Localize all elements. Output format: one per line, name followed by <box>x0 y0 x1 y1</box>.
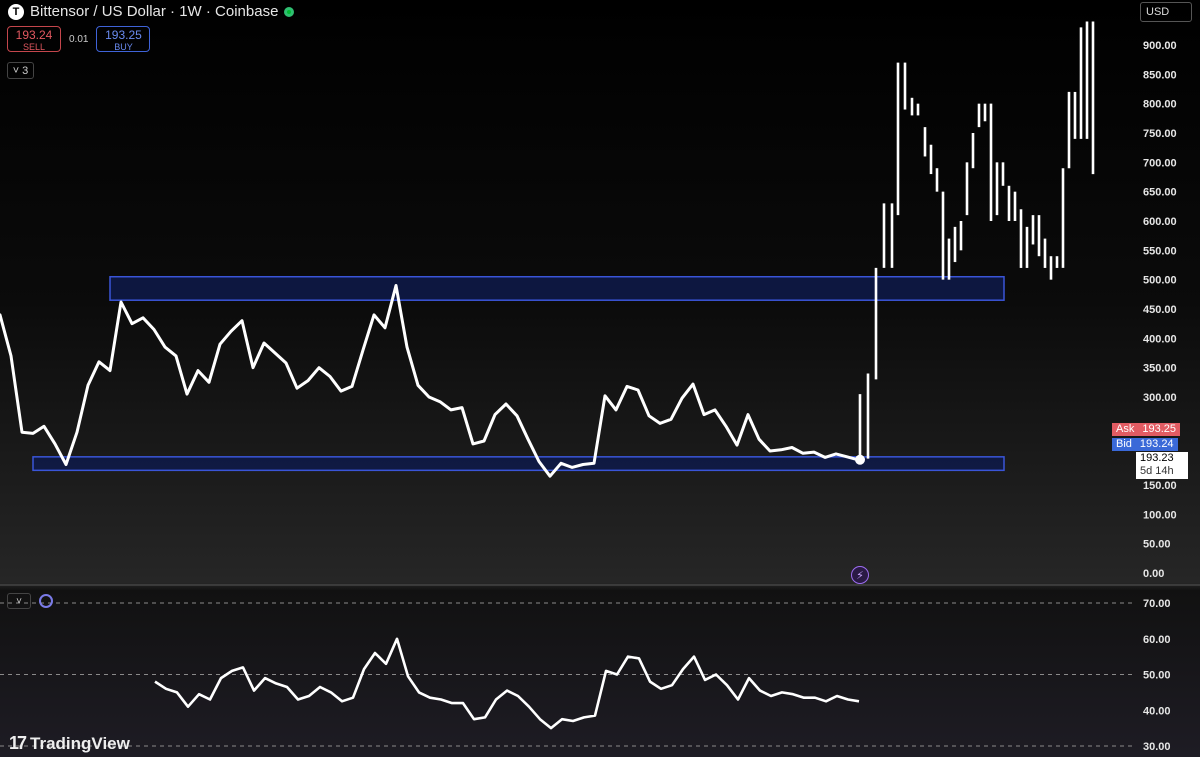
price-tick-label: 500.00 <box>1143 275 1177 287</box>
sell-button[interactable]: 193.24 SELL <box>7 26 61 52</box>
support-resistance-zones <box>32 275 1005 472</box>
price-chart[interactable]: 900.00 850.00 800.00 750.00 700.00 650.00 600.… <box>0 0 1200 757</box>
price-tick-label: 800.00 <box>1143 99 1177 111</box>
buy-label: BUY <box>114 42 133 52</box>
price-tick-label: 900.00 <box>1143 40 1177 52</box>
tradingview-name: TradingView <box>30 733 130 753</box>
sell-price: 193.24 <box>15 28 53 42</box>
symbol-title: Bittensor / US Dollar · 1W · Coinbase <box>30 3 279 20</box>
last-price-value: 193.23 <box>1140 452 1174 464</box>
price-tick-label: 750.00 <box>1143 128 1177 140</box>
buy-price: 193.25 <box>105 28 142 42</box>
price-tick-label: 50.00 <box>1143 539 1171 551</box>
rsi-collapse-button[interactable]: ˅ <box>7 593 31 609</box>
symbol-header[interactable]: T Bittensor / US Dollar · 1W · Coinbase <box>8 3 295 20</box>
price-tick-label: 650.00 <box>1143 187 1177 199</box>
buy-button[interactable]: 193.25 BUY <box>96 26 151 52</box>
sell-label: SELL <box>22 42 46 52</box>
price-tick-label: 700.00 <box>1143 157 1177 169</box>
ohlc-bars <box>858 21 1095 462</box>
last-price-tag: 193.23 5d 14h <box>1136 452 1188 479</box>
bittensor-logo-icon: T <box>8 3 24 20</box>
price-tick-label: 350.00 <box>1143 363 1177 375</box>
price-tick-label: 450.00 <box>1143 304 1177 316</box>
bid-value: 193.24 <box>1139 438 1174 450</box>
ask-price-tag: Ask 193.25 <box>1112 423 1180 436</box>
rsi-tick-label: 40.00 <box>1143 705 1171 717</box>
price-series <box>0 284 865 478</box>
rsi-tick-label: 30.00 <box>1143 741 1171 753</box>
rsi-tick-label: 70.00 <box>1143 598 1171 610</box>
rsi-indicator-icon[interactable] <box>39 594 53 608</box>
ask-value: 193.25 <box>1142 423 1176 435</box>
chevron-down-icon: ˅ <box>12 64 20 77</box>
price-line <box>0 284 860 478</box>
rsi-tick-label: 60.00 <box>1143 634 1171 646</box>
bid-price-tag: Bid 193.24 <box>1112 438 1178 451</box>
ask-label: Ask <box>1116 423 1135 435</box>
spread-value: 0.01 <box>69 33 89 45</box>
rsi-axis: 70.00 60.00 50.00 40.00 30.00 <box>1143 598 1171 753</box>
price-zone <box>109 275 1005 301</box>
price-tick-label: 550.00 <box>1143 245 1177 257</box>
trade-panel: 193.24 SELL 0.01 193.25 BUY <box>7 26 151 52</box>
tradingview-logo[interactable]: 17 TradingView <box>9 733 130 754</box>
indicator-count: 3 <box>22 64 29 77</box>
rsi-tick-label: 50.00 <box>1143 670 1171 682</box>
chevron-down-icon: ˅ <box>16 595 22 607</box>
rsi-line <box>154 637 860 730</box>
price-tick-label: 400.00 <box>1143 333 1177 345</box>
price-tick-label: 100.00 <box>1143 509 1177 521</box>
price-tick-label: 850.00 <box>1143 69 1177 81</box>
price-tick-label: 0.00 <box>1143 568 1164 580</box>
price-tick-label: 150.00 <box>1143 480 1177 492</box>
price-axis: 900.00 850.00 800.00 750.00 700.00 650.00 600.… <box>1143 40 1177 580</box>
bid-label: Bid <box>1116 438 1132 450</box>
bar-countdown: 5d 14h <box>1140 465 1174 477</box>
indicators-toggle-button[interactable]: ˅ 3 <box>7 62 34 79</box>
price-tick-label: 300.00 <box>1143 392 1177 404</box>
market-status-icon <box>284 6 295 17</box>
rsi-grid <box>0 602 1133 747</box>
currency-select[interactable]: USD <box>1140 2 1192 22</box>
price-tick-label: 600.00 <box>1143 216 1177 228</box>
rsi-pane-controls: ˅ <box>7 593 53 609</box>
rsi-series <box>154 637 860 730</box>
tradingview-mark-icon: 17 <box>9 733 27 753</box>
lightning-bolt-icon[interactable]: ⚡ <box>851 566 869 584</box>
